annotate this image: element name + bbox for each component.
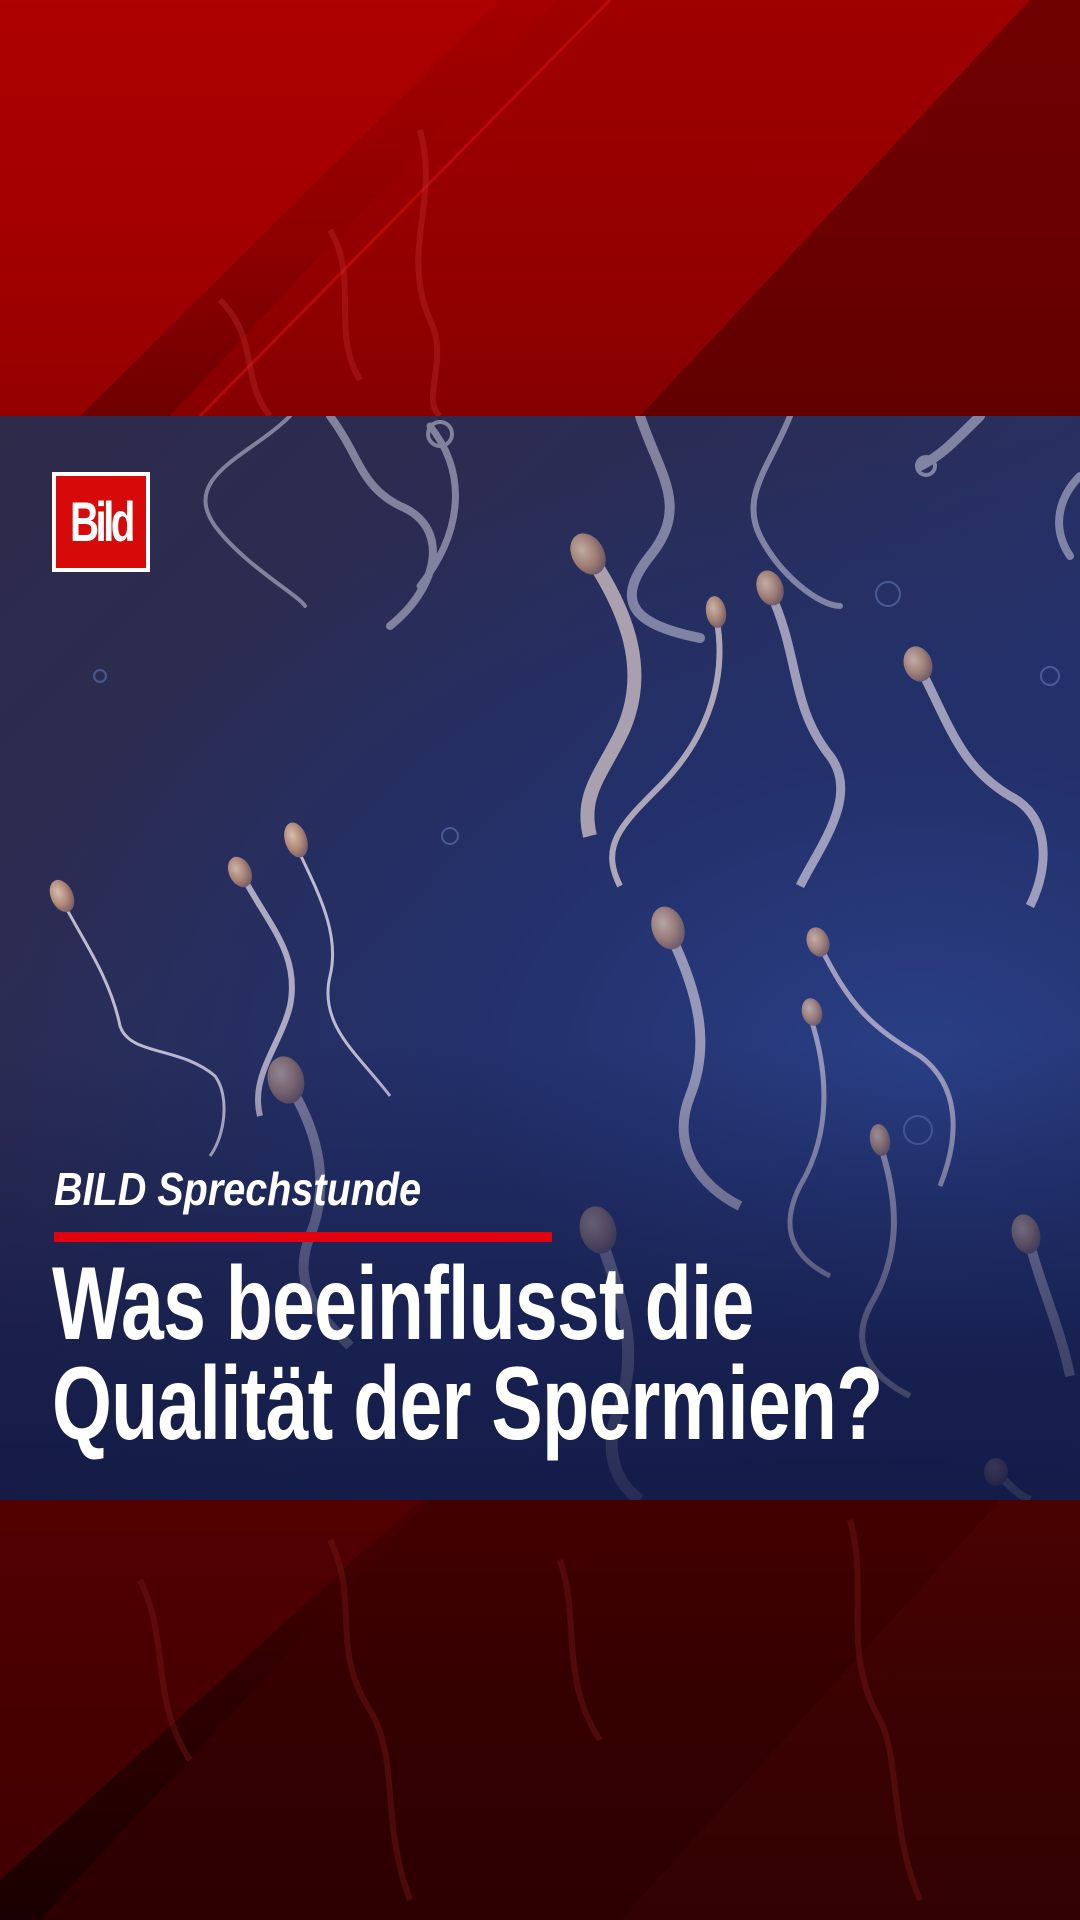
kicker-label: BILD Sprechstunde (54, 1163, 422, 1215)
logo-text: Bild (70, 490, 135, 553)
story-card: Bild BILD Sprechstunde Was beeinflusst d… (0, 0, 1080, 1920)
headline-line-2: Qualität der Spermien? (52, 1346, 883, 1462)
top-red-band (0, 0, 1080, 416)
bild-logo: Bild (52, 472, 150, 572)
diagonal-stripes-bottom (0, 1500, 1080, 1920)
headline: Was beeinflusst die Qualität der Spermie… (52, 1246, 1080, 1462)
diagonal-stripes-top (0, 0, 1080, 416)
bottom-red-band (0, 1500, 1080, 1920)
kicker-underline (54, 1232, 552, 1242)
headline-line-1: Was beeinflusst die (52, 1246, 754, 1362)
